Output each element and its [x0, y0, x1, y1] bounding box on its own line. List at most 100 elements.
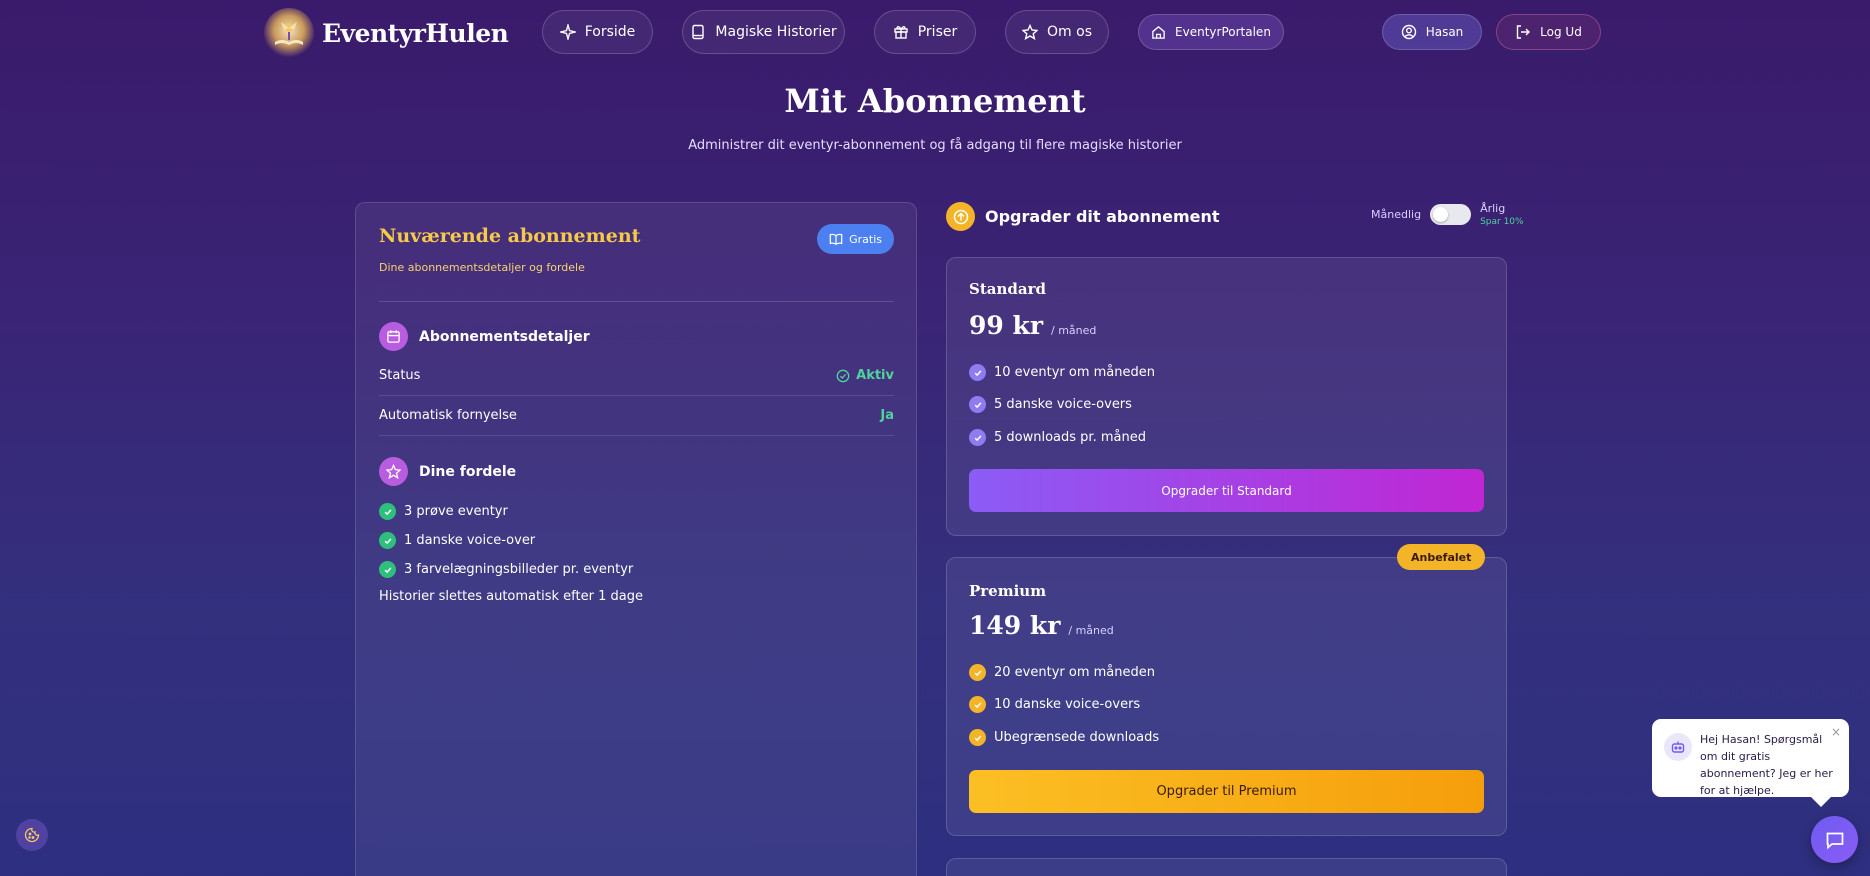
renewal-label: Automatisk fornyelse [379, 408, 517, 423]
feature-label: 20 eventyr om måneden [994, 665, 1155, 680]
plan-badge-label: Gratis [849, 232, 882, 246]
plan-feature: 5 downloads pr. måned [969, 429, 1146, 446]
status-label: Status [379, 368, 421, 383]
open-book-icon [829, 232, 843, 246]
details-heading: Abonnementsdetaljer [379, 322, 590, 351]
plan-card-standard: Standard 99 kr / måned 10 eventyr om mån… [946, 257, 1507, 536]
home-icon [1151, 25, 1166, 40]
billing-toggle[interactable] [1430, 204, 1472, 225]
plan-name: Standard [969, 280, 1046, 298]
user-menu-button[interactable]: Hasan [1382, 14, 1482, 50]
check-circle-icon [836, 369, 850, 383]
yearly-save-label: Spar 10% [1480, 217, 1524, 227]
check-icon [969, 729, 986, 746]
plan-card-premium: Premium 149 kr / måned 20 eventyr om mån… [946, 557, 1507, 836]
divider [379, 301, 894, 302]
nav-label: EventyrPortalen [1175, 25, 1271, 39]
check-icon [969, 396, 986, 413]
logo[interactable]: EventyrHulen [264, 8, 509, 58]
plan-feature: 20 eventyr om måneden [969, 664, 1155, 681]
toggle-knob [1433, 207, 1449, 222]
price-period: / måned [1068, 624, 1114, 637]
check-icon [969, 364, 986, 381]
benefit-label: 3 farvelægningsbilleder pr. eventyr [404, 562, 634, 577]
cookie-settings-button[interactable] [16, 819, 48, 851]
logout-label: Log Ud [1540, 25, 1582, 39]
user-circle-icon [1401, 24, 1417, 40]
feature-label: 10 eventyr om måneden [994, 365, 1155, 380]
current-plan-card: Nuværende abonnement Dine abonnementsdet… [355, 202, 917, 876]
price-amount: 149 kr [969, 611, 1061, 640]
plan-feature: 5 danske voice-overs [969, 396, 1132, 413]
sparkles-icon [559, 24, 576, 40]
user-name: Hasan [1425, 25, 1464, 39]
plan-name: Premium [969, 582, 1047, 600]
feature-label: 5 danske voice-overs [994, 397, 1132, 412]
current-plan-subtitle: Dine abonnementsdetaljer og fordele [379, 261, 585, 274]
plan-feature: 10 danske voice-overs [969, 696, 1140, 713]
nav-forside[interactable]: Forside [542, 10, 653, 54]
price-period: / måned [1051, 324, 1097, 337]
logo-text: EventyrHulen [322, 18, 509, 48]
fairy-book-logo-icon [264, 8, 314, 58]
current-plan-title: Nuværende abonnement [379, 225, 641, 247]
status-value-text: Aktiv [856, 368, 894, 383]
upgrade-heading-label: Opgrader dit abonnement [985, 207, 1220, 226]
check-icon [379, 561, 396, 578]
check-icon [969, 664, 986, 681]
benefit-item: 3 prøve eventyr [379, 503, 508, 520]
deletion-note: Historier slettes automatisk efter 1 dag… [379, 589, 643, 604]
plan-card-partial [946, 858, 1507, 876]
plan-price: 99 kr / måned [969, 311, 1096, 340]
page-subtitle: Administrer dit eventyr-abonnement og få… [688, 138, 1182, 153]
page-title: Mit Abonnement [784, 82, 1086, 120]
calendar-icon [379, 322, 408, 351]
recommended-badge: Anbefalet [1397, 544, 1486, 570]
benefit-item: 3 farvelægningsbilleder pr. eventyr [379, 561, 633, 578]
feature-label: 5 downloads pr. måned [994, 430, 1146, 445]
close-icon[interactable]: × [1831, 724, 1841, 741]
monthly-label: Månedlig [1371, 208, 1422, 221]
book-icon [690, 24, 706, 40]
nav-eventyrportalen[interactable]: EventyrPortalen [1138, 14, 1284, 50]
renewal-row: Automatisk fornyelse Ja [379, 396, 894, 436]
benefit-label: 1 danske voice-over [404, 533, 536, 548]
chat-bubble-icon [1824, 829, 1846, 851]
benefit-item: 1 danske voice-over [379, 532, 535, 549]
nav-label: Om os [1047, 24, 1092, 40]
status-row: Status Aktiv [379, 356, 894, 396]
nav-label: Forside [584, 24, 636, 40]
upgrade-heading: Opgrader dit abonnement [946, 202, 1220, 231]
benefits-heading-label: Dine fordele [419, 463, 517, 480]
upgrade-standard-button[interactable]: Opgrader til Standard [969, 469, 1484, 512]
chat-message: Hej Hasan! Spørgsmål om dit gratis abonn… [1700, 733, 1833, 797]
upgrade-premium-button[interactable]: Opgrader til Premium [969, 770, 1484, 813]
nav-magiske-historier[interactable]: Magiske Historier [682, 10, 845, 54]
bot-icon [1664, 733, 1692, 761]
check-icon [379, 532, 396, 549]
check-icon [379, 503, 396, 520]
logout-button[interactable]: Log Ud [1496, 14, 1601, 50]
plan-feature: 10 eventyr om måneden [969, 364, 1155, 381]
feature-label: Ubegrænsede downloads [994, 730, 1160, 745]
gift-icon [893, 24, 909, 40]
check-icon [969, 696, 986, 713]
chat-open-button[interactable] [1811, 816, 1858, 863]
price-amount: 99 kr [969, 311, 1043, 340]
check-icon [969, 429, 986, 446]
benefits-heading: Dine fordele [379, 457, 516, 486]
feature-label: 10 danske voice-overs [994, 697, 1141, 712]
nav-label: Priser [917, 24, 958, 40]
renewal-value: Ja [880, 408, 894, 423]
star-icon [379, 457, 408, 486]
plan-price: 149 kr / måned [969, 611, 1114, 640]
nav-om-os[interactable]: Om os [1005, 10, 1109, 54]
nav-priser[interactable]: Priser [874, 10, 976, 54]
plan-feature: Ubegrænsede downloads [969, 729, 1159, 746]
nav-label: Magiske Historier [715, 24, 837, 40]
plan-badge: Gratis [817, 224, 894, 254]
top-navigation: EventyrHulen Forside Magiske Historier P… [0, 0, 1870, 64]
status-value: Aktiv [836, 368, 894, 383]
billing-toggle-group: Månedlig Årlig Spar 10% [1371, 202, 1524, 227]
yearly-option: Årlig Spar 10% [1480, 202, 1524, 227]
